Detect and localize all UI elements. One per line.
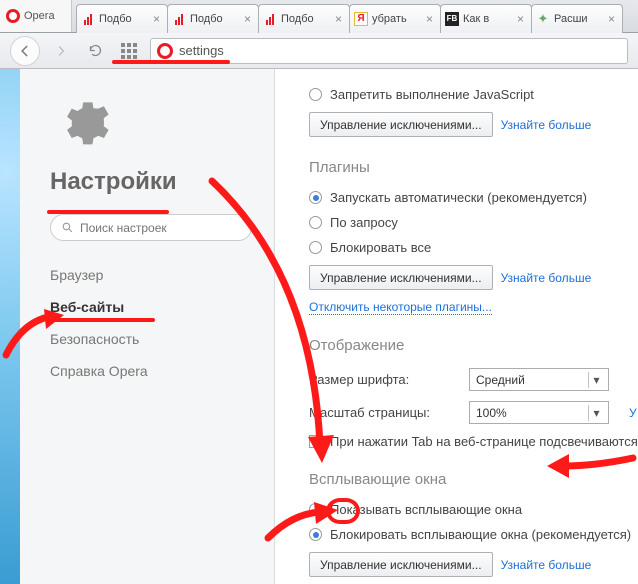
desktop-sliver [0,69,20,584]
popups-block-radio[interactable] [309,528,322,541]
tab-close-icon[interactable]: × [153,14,163,24]
tab-close-icon[interactable]: × [426,14,436,24]
popups-show-label: Показывать всплывающие окна [330,502,522,517]
plugins-block-label: Блокировать все [330,240,431,255]
chevron-down-icon: ▾ [588,372,604,388]
browser-tab[interactable]: Подбо × [167,4,259,33]
tab-favicon-icon [81,12,95,26]
sidebar-item[interactable]: Справка Opera [50,355,252,387]
titlebar: Opera Подбо × Подбо × Подбо × Яубрать × FB Как в ×… [0,0,638,33]
plugins-auto-label: Запускать автоматически (рекомендуется) [330,190,587,205]
js-manage-exceptions-button[interactable]: Управление исключениями... [309,112,493,137]
sidebar-item[interactable]: Веб-сайты [50,291,252,323]
tab-label: Подбо [99,13,149,25]
font-size-select[interactable]: Средний ▾ [469,368,609,391]
zoom-label: Масштаб страницы: [309,405,449,420]
popups-section-title: Всплывающие окна [309,471,638,488]
zoom-learn-more-link[interactable]: У [629,406,637,420]
search-input[interactable] [80,221,241,235]
address-bar[interactable]: settings [150,38,628,64]
tab-highlight-checkbox[interactable] [309,435,322,448]
page-title: Настройки [50,168,252,196]
popups-learn-more-link[interactable]: Узнайте больше [501,558,592,572]
sidebar-item[interactable]: Браузер [50,259,252,291]
settings-content: Запретить выполнение JavaScript Управлен… [275,69,638,584]
tab-highlight-label: При нажатии Tab на веб-странице подсвечи… [330,434,638,449]
chevron-down-icon: ▾ [588,405,604,421]
plugins-auto-radio[interactable] [309,191,322,204]
plugins-request-label: По запросу [330,215,398,230]
forward-button[interactable] [48,38,74,64]
plugins-block-radio[interactable] [309,241,322,254]
search-icon [61,221,74,234]
popups-show-radio[interactable] [309,503,322,516]
font-size-label: Размер шрифта: [309,372,449,387]
toolbar: settings [0,33,638,69]
display-section-title: Отображение [309,337,638,354]
js-block-radio[interactable] [309,88,322,101]
plugins-section-title: Плагины [309,159,638,176]
browser-tab[interactable]: Яубрать × [349,4,441,33]
tab-label: Расши [554,13,604,25]
disable-plugins-link[interactable]: Отключить некоторые плагины... [309,300,492,315]
forward-arrow-icon [55,45,67,57]
tab-favicon-icon: ✦ [536,12,550,26]
app-name: Opera [24,10,55,22]
zoom-value: 100% [476,406,507,420]
tab-close-icon[interactable]: × [517,14,527,24]
browser-tab[interactable]: Подбо × [76,4,168,33]
opera-logo-icon [6,9,20,23]
plugins-request-radio[interactable] [309,216,322,229]
js-learn-more-link[interactable]: Узнайте больше [501,118,592,132]
settings-search[interactable] [50,214,252,241]
gear-icon [54,93,110,149]
grid-icon [121,43,137,59]
font-size-value: Средний [476,373,525,387]
popups-manage-exceptions-button[interactable]: Управление исключениями... [309,552,493,577]
sidebar-item[interactable]: Безопасность [50,323,252,355]
plugins-manage-exceptions-button[interactable]: Управление исключениями... [309,265,493,290]
tab-close-icon[interactable]: × [335,14,345,24]
tab-favicon-icon: Я [354,12,368,26]
browser-tab[interactable]: Подбо × [258,4,350,33]
zoom-select[interactable]: 100% ▾ [469,401,609,424]
tab-label: Подбо [281,13,331,25]
tab-label: Как в [463,13,513,25]
js-block-label: Запретить выполнение JavaScript [330,87,534,102]
opera-favicon-icon [157,43,173,59]
browser-tab[interactable]: ✦ Расши × [531,4,623,33]
settings-sidebar: Настройки БраузерВеб-сайтыБезопасностьСп… [20,69,275,584]
reload-icon [88,43,103,58]
tab-close-icon[interactable]: × [244,14,254,24]
tab-label: Подбо [190,13,240,25]
tab-strip: Подбо × Подбо × Подбо × Яубрать × FB Как в × ✦ Расши… [72,0,622,32]
plugins-learn-more-link[interactable]: Узнайте больше [501,271,592,285]
speed-dial-button[interactable] [116,38,142,64]
reload-button[interactable] [82,38,108,64]
tab-favicon-icon [263,12,277,26]
tab-label: убрать [372,13,422,25]
tab-favicon-icon [172,12,186,26]
popups-block-label: Блокировать всплывающие окна (рекомендуе… [330,527,631,542]
browser-tab[interactable]: FB Как в × [440,4,532,33]
back-button[interactable] [10,36,40,66]
back-arrow-icon [18,44,32,58]
app-badge[interactable]: Opera [0,0,72,32]
tab-favicon-icon: FB [445,12,459,26]
tab-close-icon[interactable]: × [608,14,618,24]
address-text: settings [179,43,224,58]
